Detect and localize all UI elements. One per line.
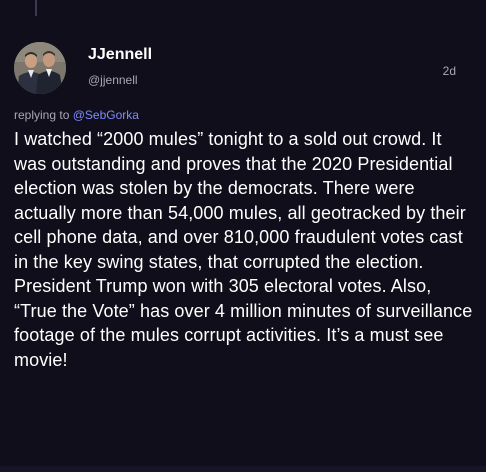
replying-to-line: replying to @SebGorka	[14, 108, 139, 122]
post-body-text: I watched “2000 mules” tonight to a sold…	[14, 129, 473, 370]
author-display-name[interactable]: JJennell	[88, 46, 152, 64]
author-avatar[interactable]	[14, 42, 66, 94]
replying-to-label: replying to	[14, 108, 70, 122]
reply-post: JJennell @jjennell 2d replying to @SebGo…	[0, 0, 486, 472]
reply-mention-link[interactable]: @SebGorka	[73, 108, 139, 122]
bottom-divider	[0, 466, 486, 472]
profile-photo-icon	[14, 42, 66, 94]
author-handle[interactable]: @jjennell	[88, 73, 138, 87]
post-timestamp: 2d	[442, 64, 456, 78]
